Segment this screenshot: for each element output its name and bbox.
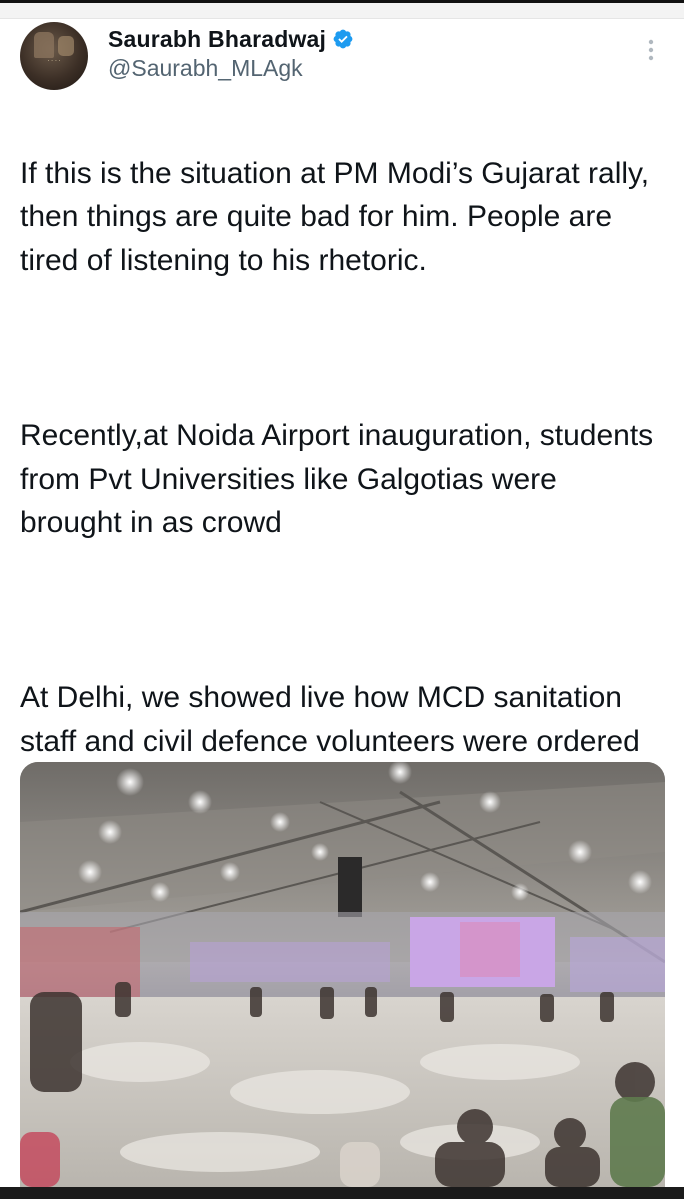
avatar[interactable]: · · · · (20, 22, 88, 90)
tweet-paragraph-1: If this is the situation at PM Modi’s Gu… (20, 156, 650, 278)
author-row: Saurabh Bharadwaj (108, 22, 354, 56)
author-handle[interactable]: @Saurabh_MLAgk (108, 55, 303, 82)
avatar-figure (34, 32, 54, 58)
tweet-media-image[interactable] (20, 762, 665, 1187)
tweet-paragraph-2: Recently,at Noida Airport inauguration, … (20, 418, 654, 540)
avatar-figure-secondary (58, 36, 74, 56)
rally-venue-photo (20, 762, 665, 1187)
verified-badge-icon (333, 29, 353, 49)
top-header-strip (0, 3, 684, 19)
author-name[interactable]: Saurabh Bharadwaj (108, 26, 326, 53)
tweet-paragraph-spacer (20, 327, 660, 371)
avatar-caption: · · · · (47, 58, 61, 65)
more-vertical-icon[interactable] (641, 36, 661, 64)
bottom-edge (0, 1187, 684, 1199)
tweet-paragraph-spacer (20, 589, 660, 633)
